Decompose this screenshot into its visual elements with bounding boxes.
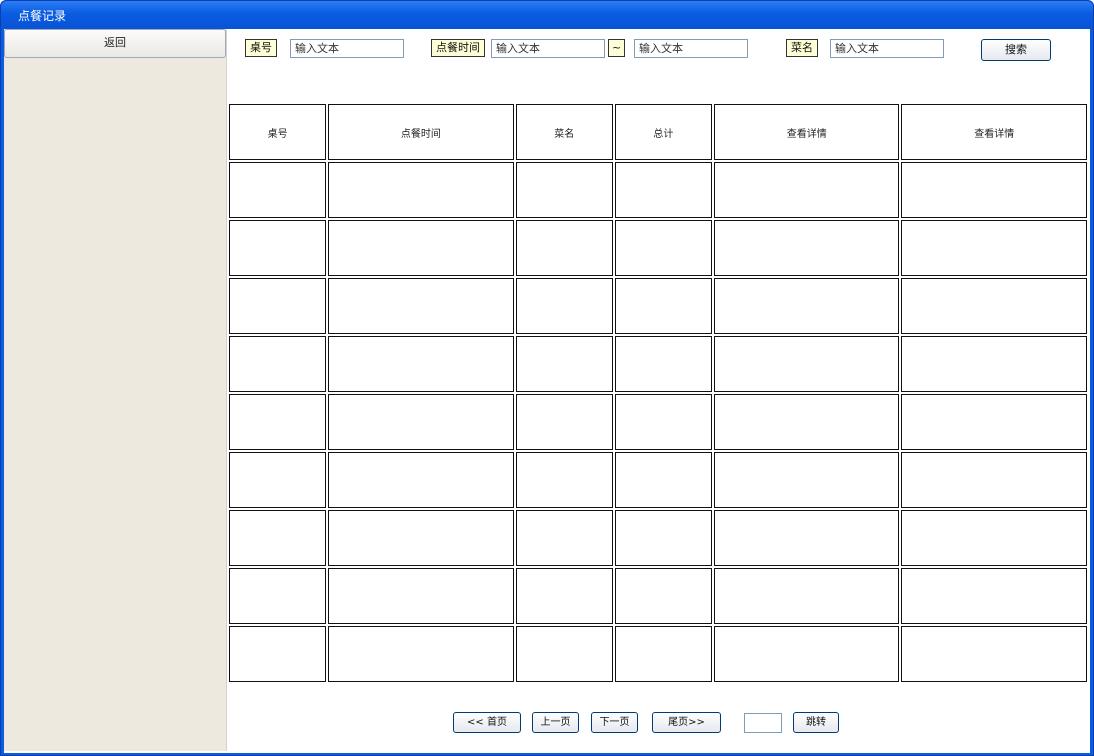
- table-cell: [328, 626, 514, 682]
- table-cell: [901, 510, 1087, 566]
- table-cell: [328, 568, 514, 624]
- column-header: 桌号: [229, 104, 327, 160]
- table-cell: [901, 568, 1087, 624]
- table-cell: [515, 452, 613, 508]
- table-cell: [614, 568, 712, 624]
- table-row[interactable]: [229, 568, 1087, 624]
- table-cell: [515, 626, 613, 682]
- app-window: 点餐记录 返回 桌号 输入文本 点餐时间 输入文本 ~ 输入文本 菜名 输入文本…: [0, 0, 1094, 756]
- column-header: 菜名: [515, 104, 613, 160]
- table-row[interactable]: [229, 162, 1087, 218]
- column-header: 查看详情: [713, 104, 900, 160]
- table-cell: [328, 510, 514, 566]
- table-row[interactable]: [229, 452, 1087, 508]
- table-cell: [229, 220, 327, 276]
- client-area: 返回 桌号 输入文本 点餐时间 输入文本 ~ 输入文本 菜名 输入文本 搜索 桌…: [4, 29, 1090, 753]
- table-cell: [901, 394, 1087, 450]
- first-page-button[interactable]: << 首页: [453, 712, 521, 733]
- table-cell: [713, 220, 900, 276]
- next-page-button[interactable]: 下一页: [591, 712, 638, 733]
- table-cell: [229, 626, 327, 682]
- table-cell: [229, 510, 327, 566]
- table-cell: [515, 510, 613, 566]
- search-button[interactable]: 搜索: [981, 39, 1051, 61]
- table-header-row: 桌号 点餐时间 菜名 总计 查看详情 查看详情: [229, 104, 1087, 160]
- order-time-label: 点餐时间: [431, 39, 485, 57]
- table-cell: [614, 220, 712, 276]
- table-cell: [713, 162, 900, 218]
- table-cell: [229, 162, 327, 218]
- order-time-to-input[interactable]: 输入文本: [634, 39, 748, 58]
- table-cell: [713, 510, 900, 566]
- table-cell: [901, 220, 1087, 276]
- last-page-button[interactable]: 尾页>>: [652, 712, 721, 733]
- table-cell: [229, 278, 327, 334]
- table-cell: [901, 162, 1087, 218]
- table-cell: [229, 394, 327, 450]
- table-cell: [614, 278, 712, 334]
- table-cell: [515, 394, 613, 450]
- order-records-table: 桌号 点餐时间 菜名 总计 查看详情 查看详情: [227, 102, 1089, 684]
- table-cell: [229, 452, 327, 508]
- table-cell: [713, 626, 900, 682]
- table-row[interactable]: [229, 394, 1087, 450]
- dish-name-input[interactable]: 输入文本: [830, 39, 944, 58]
- table-cell: [515, 220, 613, 276]
- column-header: 查看详情: [901, 104, 1087, 160]
- table-cell: [515, 162, 613, 218]
- range-separator: ~: [608, 39, 626, 57]
- sidebar: 返回: [4, 29, 227, 751]
- table-cell: [901, 452, 1087, 508]
- prev-page-button[interactable]: 上一页: [532, 712, 579, 733]
- table-cell: [614, 394, 712, 450]
- table-cell: [614, 626, 712, 682]
- table-cell: [901, 278, 1087, 334]
- column-header: 点餐时间: [328, 104, 514, 160]
- table-cell: [515, 336, 613, 392]
- table-row[interactable]: [229, 510, 1087, 566]
- table-cell: [229, 568, 327, 624]
- table-cell: [713, 452, 900, 508]
- table-no-input[interactable]: 输入文本: [290, 39, 404, 58]
- table-cell: [614, 510, 712, 566]
- table-cell: [328, 394, 514, 450]
- table-cell: [614, 162, 712, 218]
- table-cell: [713, 336, 900, 392]
- order-time-from-input[interactable]: 输入文本: [491, 39, 605, 58]
- table-row[interactable]: [229, 626, 1087, 682]
- table-row[interactable]: [229, 220, 1087, 276]
- table-no-label: 桌号: [245, 39, 277, 57]
- table-cell: [901, 626, 1087, 682]
- table-cell: [515, 278, 613, 334]
- table-body: [229, 162, 1087, 682]
- table-cell: [713, 394, 900, 450]
- table-cell: [328, 162, 514, 218]
- window-title: 点餐记录: [1, 1, 1093, 29]
- dish-name-label: 菜名: [786, 39, 818, 57]
- jump-button[interactable]: 跳转: [793, 712, 839, 733]
- table-cell: [328, 278, 514, 334]
- table-cell: [229, 336, 327, 392]
- table-cell: [901, 336, 1087, 392]
- back-button[interactable]: 返回: [4, 29, 226, 58]
- table-cell: [614, 336, 712, 392]
- table-cell: [713, 278, 900, 334]
- table-cell: [328, 336, 514, 392]
- table-row[interactable]: [229, 278, 1087, 334]
- page-jump-input[interactable]: [744, 713, 782, 733]
- table-cell: [713, 568, 900, 624]
- table-cell: [328, 452, 514, 508]
- table-cell: [515, 568, 613, 624]
- column-header: 总计: [614, 104, 712, 160]
- table-cell: [328, 220, 514, 276]
- table-row[interactable]: [229, 336, 1087, 392]
- table-cell: [614, 452, 712, 508]
